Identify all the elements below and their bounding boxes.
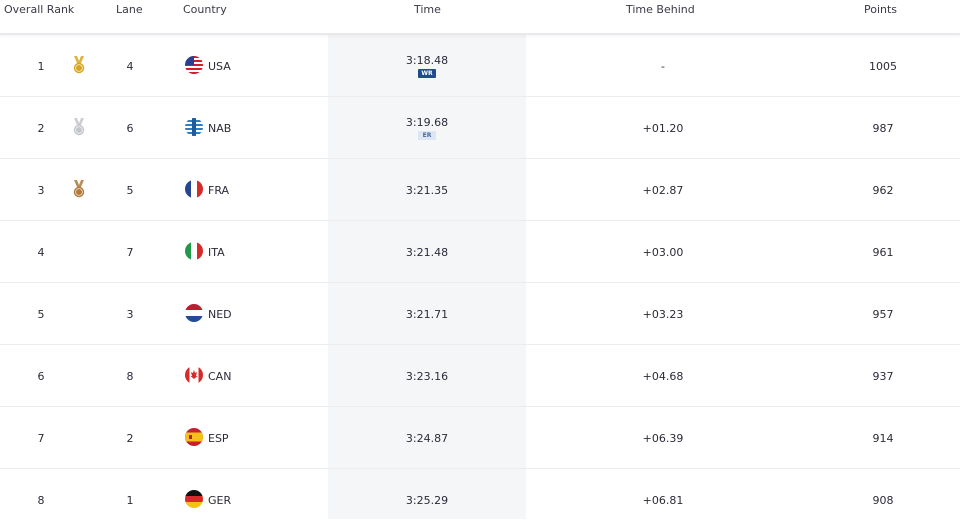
silver-medal-icon — [72, 117, 86, 137]
time-cell: 3:25.29 — [328, 494, 526, 507]
record-badge: ER — [418, 131, 436, 140]
lane-value: 6 — [126, 122, 134, 135]
points-value: 908 — [872, 494, 894, 507]
time-cell: 3:19.68 ER — [328, 116, 526, 140]
gold-medal-icon — [72, 55, 86, 75]
time-behind-value: +03.00 — [642, 246, 684, 259]
lane-value: 7 — [126, 246, 134, 259]
table-body: 1 4 USA 3:18.48 WR - 1005 2 6 NAB 3:19.6… — [0, 35, 960, 530]
rank-value: 5 — [37, 308, 45, 321]
country-code: CAN — [208, 370, 232, 383]
time-value: 3:19.68 — [405, 116, 449, 129]
lane-value: 1 — [126, 494, 134, 507]
esp-flag-icon — [185, 428, 203, 446]
time-value: 3:21.35 — [405, 184, 449, 197]
country-code: FRA — [208, 184, 230, 197]
time-value: 3:24.87 — [405, 432, 449, 445]
table-row[interactable]: 3 5 FRA 3:21.35 +02.87 962 — [0, 159, 960, 221]
points-value: 962 — [872, 184, 894, 197]
lane-value: 3 — [126, 308, 134, 321]
table-row[interactable]: 1 4 USA 3:18.48 WR - 1005 — [0, 35, 960, 97]
country-code: USA — [208, 60, 231, 73]
results-table: Overall Rank Lane Country Time Time Behi… — [0, 0, 960, 519]
time-behind-value: +01.20 — [642, 122, 684, 135]
usa-flag-icon — [185, 56, 203, 74]
time-cell: 3:18.48 WR — [328, 54, 526, 78]
lane-value: 5 — [126, 184, 134, 197]
time-cell: 3:21.35 — [328, 184, 526, 197]
country-code: NAB — [208, 122, 232, 135]
table-row[interactable]: 8 1 GER 3:25.29 +06.81 908 — [0, 469, 960, 530]
time-value: 3:21.71 — [405, 308, 449, 321]
table-header: Overall Rank Lane Country Time Time Behi… — [0, 0, 960, 35]
rank-value: 3 — [37, 184, 45, 197]
bronze-medal-icon — [72, 179, 86, 199]
rank-value: 8 — [37, 494, 45, 507]
points-value: 961 — [872, 246, 894, 259]
time-value: 3:23.16 — [405, 370, 449, 383]
table-row[interactable]: 2 6 NAB 3:19.68 ER +01.20 987 — [0, 97, 960, 159]
ned-flag-icon — [185, 304, 203, 322]
header-overall-rank[interactable]: Overall Rank — [4, 3, 74, 16]
time-behind-value: +02.87 — [642, 184, 684, 197]
record-badge: WR — [418, 69, 436, 78]
fra-flag-icon — [185, 180, 203, 198]
time-behind-value: - — [661, 60, 665, 73]
time-value: 3:18.48 — [405, 54, 449, 67]
rank-value: 2 — [37, 122, 45, 135]
country-code: NED — [208, 308, 232, 321]
can-flag-icon — [185, 366, 203, 384]
points-value: 957 — [872, 308, 894, 321]
lane-value: 4 — [126, 60, 134, 73]
time-cell: 3:24.87 — [328, 432, 526, 445]
table-row[interactable]: 4 7 ITA 3:21.48 +03.00 961 — [0, 221, 960, 283]
header-time-behind[interactable]: Time Behind — [626, 3, 695, 16]
ger-flag-icon — [185, 490, 203, 508]
lane-value: 2 — [126, 432, 134, 445]
time-value: 3:21.48 — [405, 246, 449, 259]
country-code: ESP — [208, 432, 229, 445]
points-value: 937 — [872, 370, 894, 383]
lane-value: 8 — [126, 370, 134, 383]
country-code: GER — [208, 494, 232, 507]
time-cell: 3:21.71 — [328, 308, 526, 321]
rank-value: 4 — [37, 246, 45, 259]
ita-flag-icon — [185, 242, 203, 260]
time-behind-value: +06.39 — [642, 432, 684, 445]
rank-value: 1 — [37, 60, 45, 73]
table-row[interactable]: 7 2 ESP 3:24.87 +06.39 914 — [0, 407, 960, 469]
header-points[interactable]: Points — [864, 3, 897, 16]
rank-value: 7 — [37, 432, 45, 445]
points-value: 1005 — [869, 60, 897, 73]
table-row[interactable]: 5 3 NED 3:21.71 +03.23 957 — [0, 283, 960, 345]
time-behind-value: +04.68 — [642, 370, 684, 383]
time-behind-value: +06.81 — [642, 494, 684, 507]
time-cell: 3:21.48 — [328, 246, 526, 259]
header-lane[interactable]: Lane — [116, 3, 143, 16]
time-behind-value: +03.23 — [642, 308, 684, 321]
points-value: 987 — [872, 122, 894, 135]
header-time[interactable]: Time — [414, 3, 441, 16]
table-row[interactable]: 6 8 CAN 3:23.16 +04.68 937 — [0, 345, 960, 407]
rank-value: 6 — [37, 370, 45, 383]
time-value: 3:25.29 — [405, 494, 449, 507]
header-country[interactable]: Country — [183, 3, 227, 16]
country-code: ITA — [208, 246, 225, 259]
time-cell: 3:23.16 — [328, 370, 526, 383]
nab-flag-icon — [185, 118, 203, 136]
points-value: 914 — [872, 432, 894, 445]
